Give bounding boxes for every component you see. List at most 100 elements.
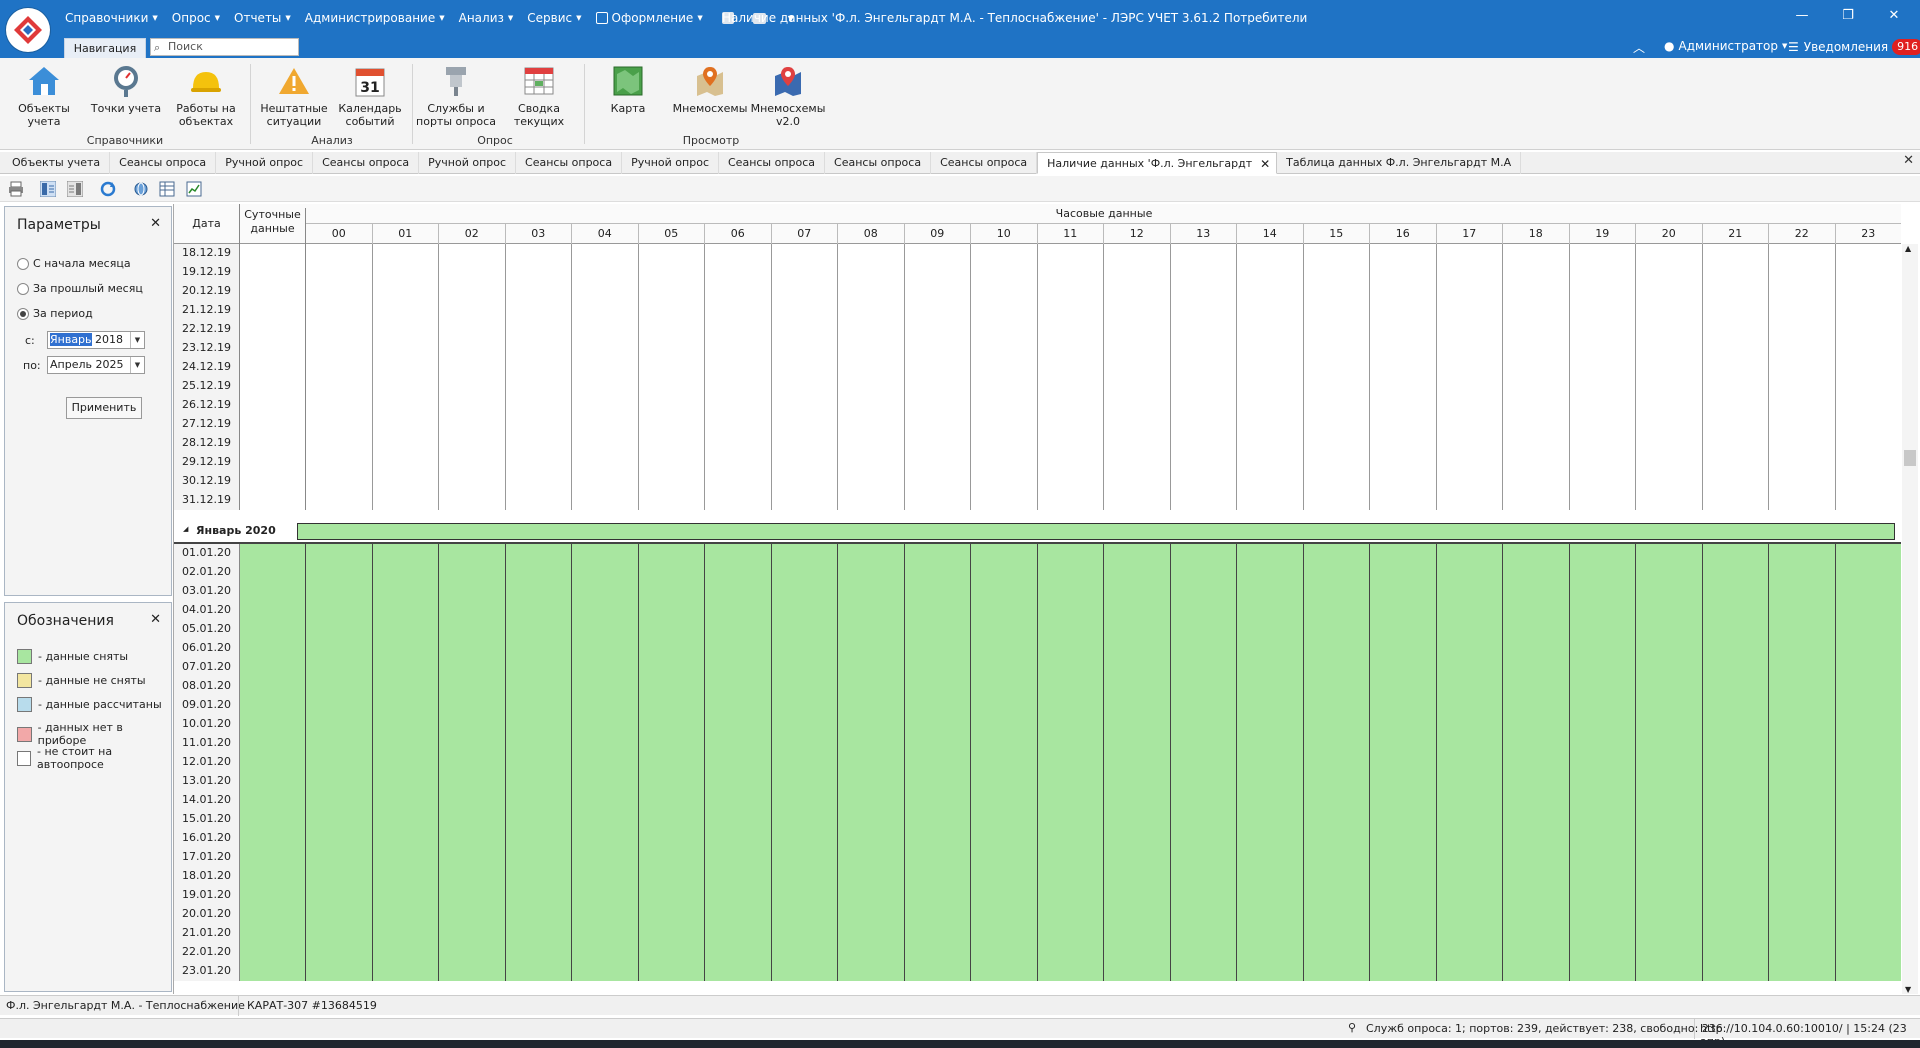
- hour-cell[interactable]: [1835, 734, 1901, 753]
- hour-cell[interactable]: [1835, 491, 1901, 510]
- collapse-icon[interactable]: ◢: [183, 525, 188, 533]
- col-hour[interactable]: 00: [306, 224, 373, 244]
- col-hour[interactable]: 09: [905, 224, 971, 244]
- hour-cell[interactable]: [838, 282, 905, 301]
- hour-cell[interactable]: [372, 544, 439, 563]
- hour-cell[interactable]: [1436, 924, 1503, 943]
- hour-cell[interactable]: [1636, 639, 1703, 658]
- tab-manual[interactable]: Ручной опрос: [216, 152, 314, 174]
- daily-cell[interactable]: [240, 620, 306, 639]
- hour-cell[interactable]: [1237, 734, 1304, 753]
- hour-cell[interactable]: [372, 734, 439, 753]
- hour-cell[interactable]: [1503, 396, 1570, 415]
- hour-cell[interactable]: [705, 320, 772, 339]
- hour-cell[interactable]: [904, 282, 971, 301]
- hour-cell[interactable]: [838, 620, 905, 639]
- hour-cell[interactable]: [372, 772, 439, 791]
- hour-cell[interactable]: [572, 867, 639, 886]
- hour-cell[interactable]: [904, 434, 971, 453]
- table-row[interactable]: 24.12.19: [174, 358, 1901, 377]
- hour-cell[interactable]: [971, 905, 1038, 924]
- hour-cell[interactable]: [1170, 658, 1237, 677]
- hour-cell[interactable]: [638, 753, 705, 772]
- tab-sessions[interactable]: Сеансы опроса: [313, 152, 420, 174]
- hour-cell[interactable]: [1104, 472, 1171, 491]
- col-hour[interactable]: 01: [373, 224, 439, 244]
- hour-cell[interactable]: [1436, 715, 1503, 734]
- hour-cell[interactable]: [1503, 620, 1570, 639]
- hour-cell[interactable]: [1503, 943, 1570, 962]
- hour-cell[interactable]: [1037, 905, 1104, 924]
- hour-cell[interactable]: [1636, 563, 1703, 582]
- hour-cell[interactable]: [1835, 715, 1901, 734]
- hour-cell[interactable]: [306, 544, 373, 563]
- daily-cell[interactable]: [240, 491, 306, 510]
- hour-cell[interactable]: [439, 358, 506, 377]
- hour-cell[interactable]: [771, 358, 838, 377]
- hour-cell[interactable]: [638, 943, 705, 962]
- hour-cell[interactable]: [771, 962, 838, 981]
- hour-cell[interactable]: [1503, 658, 1570, 677]
- hour-cell[interactable]: [1104, 453, 1171, 472]
- hour-cell[interactable]: [705, 244, 772, 263]
- hour-cell[interactable]: [1702, 753, 1769, 772]
- hour-cell[interactable]: [904, 658, 971, 677]
- hour-cell[interactable]: [904, 791, 971, 810]
- hour-cell[interactable]: [771, 753, 838, 772]
- hour-cell[interactable]: [439, 962, 506, 981]
- hour-cell[interactable]: [1569, 620, 1636, 639]
- hour-cell[interactable]: [306, 658, 373, 677]
- search-input[interactable]: ⌕ Поиск: [150, 38, 299, 56]
- hour-cell[interactable]: [1503, 491, 1570, 510]
- hour-cell[interactable]: [771, 886, 838, 905]
- hour-cell[interactable]: [1503, 962, 1570, 981]
- hour-cell[interactable]: [439, 282, 506, 301]
- hour-cell[interactable]: [572, 677, 639, 696]
- hour-cell[interactable]: [771, 620, 838, 639]
- hour-cell[interactable]: [971, 962, 1038, 981]
- hour-cell[interactable]: [439, 263, 506, 282]
- hour-cell[interactable]: [904, 263, 971, 282]
- hour-cell[interactable]: [1436, 301, 1503, 320]
- hour-cell[interactable]: [1835, 377, 1901, 396]
- hour-cell[interactable]: [1170, 339, 1237, 358]
- hour-cell[interactable]: [1503, 320, 1570, 339]
- hour-cell[interactable]: [1835, 453, 1901, 472]
- hour-cell[interactable]: [1104, 544, 1171, 563]
- table-row[interactable]: 20.01.20: [174, 905, 1901, 924]
- hour-cell[interactable]: [1370, 244, 1437, 263]
- close-tab-icon[interactable]: ✕: [1260, 153, 1270, 175]
- col-hour[interactable]: 17: [1437, 224, 1503, 244]
- hour-cell[interactable]: [1037, 962, 1104, 981]
- hour-cell[interactable]: [306, 396, 373, 415]
- hour-cell[interactable]: [1636, 453, 1703, 472]
- hour-cell[interactable]: [1303, 320, 1370, 339]
- hour-cell[interactable]: [1569, 924, 1636, 943]
- hour-cell[interactable]: [1769, 339, 1836, 358]
- hour-cell[interactable]: [1636, 905, 1703, 924]
- hour-cell[interactable]: [505, 924, 572, 943]
- table-row[interactable]: 19.01.20: [174, 886, 1901, 905]
- hour-cell[interactable]: [1436, 377, 1503, 396]
- hour-cell[interactable]: [904, 848, 971, 867]
- daily-cell[interactable]: [240, 434, 306, 453]
- hour-cell[interactable]: [1037, 658, 1104, 677]
- hour-cell[interactable]: [1636, 886, 1703, 905]
- col-hour[interactable]: 13: [1171, 224, 1237, 244]
- tab-sessions[interactable]: Сеансы опроса: [516, 152, 623, 174]
- menu-service[interactable]: Сервис ▼: [520, 11, 588, 25]
- hour-cell[interactable]: [1769, 791, 1836, 810]
- scroll-down-icon[interactable]: ▼: [1905, 985, 1911, 994]
- hour-cell[interactable]: [771, 829, 838, 848]
- hour-cell[interactable]: [771, 563, 838, 582]
- hour-cell[interactable]: [1569, 263, 1636, 282]
- hour-cell[interactable]: [1237, 658, 1304, 677]
- hour-cell[interactable]: [971, 658, 1038, 677]
- hour-cell[interactable]: [1636, 415, 1703, 434]
- hour-cell[interactable]: [1569, 848, 1636, 867]
- mnemo-v2-button[interactable]: Мнемосхемы v2.0: [748, 64, 828, 128]
- table-row[interactable]: 25.12.19: [174, 377, 1901, 396]
- hour-cell[interactable]: [771, 582, 838, 601]
- hour-cell[interactable]: [1303, 867, 1370, 886]
- hour-cell[interactable]: [1104, 396, 1171, 415]
